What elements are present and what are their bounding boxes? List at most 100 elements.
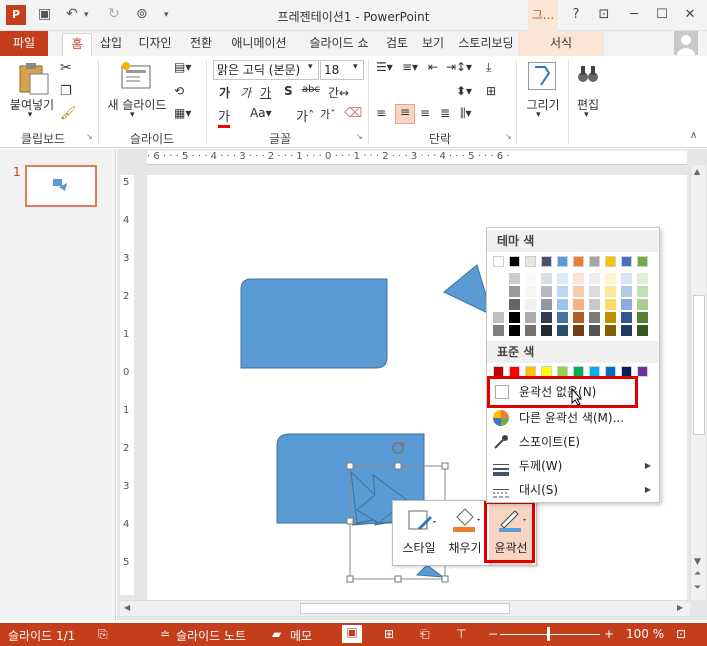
theme-color-variant-swatch[interactable] [541,312,552,323]
theme-color-swatch[interactable] [621,256,632,267]
theme-color-variant-swatch[interactable] [621,312,632,323]
scroll-left-icon[interactable]: ◀ [124,603,130,612]
tab-format[interactable]: 서식 [518,31,604,56]
h-scroll-thumb[interactable] [300,603,510,614]
more-outline-colors-item[interactable]: 다른 윤곽선 색(M)... [487,406,659,430]
theme-color-variant-swatch[interactable] [573,299,584,310]
weight-item[interactable]: 두께(W) ▶ [487,454,659,478]
theme-color-variant-swatch[interactable] [621,286,632,297]
zoom-level[interactable]: 100 % [626,627,664,641]
theme-color-variant-swatch[interactable] [525,273,536,284]
theme-color-variant-swatch[interactable] [637,299,648,310]
theme-color-variant-swatch[interactable] [557,312,568,323]
theme-color-variant-swatch[interactable] [605,273,616,284]
theme-color-variant-swatch[interactable] [509,273,520,284]
text-shadow-icon[interactable]: S [284,84,293,98]
theme-color-swatch[interactable] [557,256,568,267]
tab-transitions[interactable]: 전환 [184,33,218,56]
increase-font-icon[interactable]: 가ˆ [296,106,314,125]
align-right-icon[interactable]: ≡ [420,106,430,120]
font-color-icon[interactable]: 가 [218,106,230,128]
drawing-tools-context-tab[interactable]: 그... [528,0,558,31]
scroll-up-icon[interactable]: ▲ [694,167,700,176]
italic-icon[interactable]: 가 [240,84,251,101]
paste-icon[interactable] [18,62,50,99]
theme-color-variant-swatch[interactable] [621,325,632,336]
next-slide-icon[interactable]: ⏷ [694,583,701,593]
theme-color-variant-swatch[interactable] [541,286,552,297]
theme-color-variant-swatch[interactable] [605,286,616,297]
tab-insert[interactable]: 삽입 [96,33,126,56]
theme-color-variant-swatch[interactable] [605,299,616,310]
theme-color-variant-swatch[interactable] [637,286,648,297]
theme-color-swatch[interactable] [637,256,648,267]
bold-icon[interactable]: 가 [219,84,230,101]
theme-color-variant-swatch[interactable] [557,273,568,284]
theme-color-variant-swatch[interactable] [525,286,536,297]
theme-color-swatch[interactable] [509,256,520,267]
font-name-field[interactable]: 맑은 고딕 (본문) [213,60,319,80]
theme-color-variant-swatch[interactable] [493,299,504,310]
theme-color-variant-swatch[interactable] [493,273,504,284]
numbering-icon[interactable]: ≡▾ [402,60,418,74]
theme-color-variant-swatch[interactable] [573,286,584,297]
clear-formatting-icon[interactable]: ⌫ [344,106,362,121]
fit-to-window-icon[interactable]: ⊡ [676,627,686,641]
theme-color-swatch[interactable] [573,256,584,267]
tab-view[interactable]: 보기 [418,33,448,56]
slideshow-view-icon[interactable]: ⊤ [456,627,466,641]
theme-color-variant-swatch[interactable] [525,299,536,310]
new-slide-icon[interactable] [120,62,152,95]
strikethrough-icon[interactable]: abc [302,84,320,95]
clipboard-launcher-icon[interactable]: ↘ [86,132,93,141]
underline-icon[interactable]: 가 [260,84,271,101]
avatar[interactable] [674,31,698,55]
paragraph-launcher-icon[interactable]: ↘ [505,132,512,141]
standard-color-swatch[interactable] [637,366,648,377]
copy-icon[interactable]: ❐ [60,84,72,99]
maximize-button[interactable]: ☐ [648,3,676,27]
columns-icon[interactable]: ⫼▾ [460,106,472,121]
bullets-icon[interactable]: ☰▾ [376,60,393,74]
theme-color-swatch[interactable] [589,256,600,267]
theme-color-variant-swatch[interactable] [557,299,568,310]
vertical-scrollbar[interactable]: ▲ ▼ ⏶ ⏷ [690,165,706,600]
font-launcher-icon[interactable]: ↘ [356,132,363,141]
theme-color-variant-swatch[interactable] [605,325,616,336]
collapse-ribbon-icon[interactable]: ∧ [690,130,697,141]
horizontal-scrollbar[interactable]: ◀ ▶ [120,600,690,616]
theme-color-variant-swatch[interactable] [589,325,600,336]
tab-slideshow[interactable]: 슬라이드 쇼 [300,33,378,56]
normal-view-icon[interactable]: ▣ [342,625,362,643]
comments-button[interactable]: 메모 [290,627,312,644]
tab-file[interactable]: 파일 [0,31,48,56]
tab-animations[interactable]: 애니메이션 [224,33,294,56]
reading-view-icon[interactable]: ⎗ [420,627,430,642]
zoom-slider[interactable] [500,634,600,635]
ribbon-display-options-icon[interactable]: ⊡ [590,3,618,27]
theme-color-variant-swatch[interactable] [509,286,520,297]
slide-sorter-icon[interactable]: ⊞ [384,627,394,641]
minimize-button[interactable]: ─ [620,3,648,27]
theme-color-variant-swatch[interactable] [621,273,632,284]
zoom-out-icon[interactable]: − [488,627,498,641]
theme-color-variant-swatch[interactable] [637,273,648,284]
spellcheck-icon[interactable]: ⎘ [98,627,108,642]
font-name-dropdown-icon[interactable]: ▾ [308,62,313,72]
help-button[interactable]: ? [562,3,590,27]
theme-color-variant-swatch[interactable] [541,273,552,284]
eyedropper-item[interactable]: 스포이트(E) [487,430,659,454]
font-size-dropdown-icon[interactable]: ▾ [353,62,358,72]
theme-color-variant-swatch[interactable] [589,286,600,297]
scroll-right-icon[interactable]: ▶ [677,603,683,612]
zoom-slider-thumb[interactable] [547,627,550,641]
section-icon[interactable]: ▦▾ [174,106,191,120]
text-direction-icon[interactable]: ⤓ [486,60,491,75]
fill-button[interactable]: 채우기 [443,539,487,556]
tab-review[interactable]: 검토 [382,33,412,56]
justify-icon[interactable]: ≣ [440,106,450,120]
scroll-down-icon[interactable]: ▼ [694,557,701,567]
theme-color-variant-swatch[interactable] [573,312,584,323]
new-slide-dropdown-icon[interactable]: ▾ [130,110,135,120]
reset-icon[interactable]: ⟲ [174,84,184,98]
